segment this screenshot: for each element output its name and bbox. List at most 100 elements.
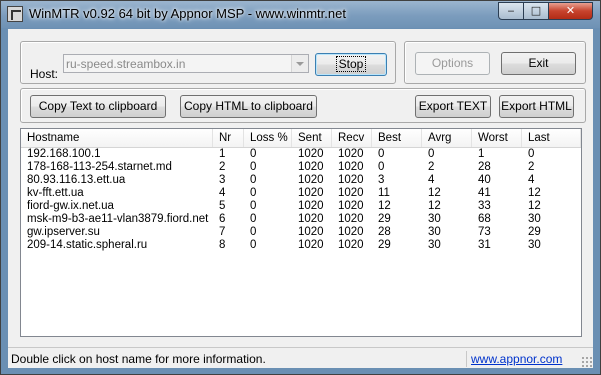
table-cell: 29 — [378, 213, 391, 225]
table-cell: 28 — [478, 161, 491, 173]
appnor-link[interactable]: www.appnor.com — [471, 351, 562, 367]
table-cell: 0 — [250, 213, 257, 225]
table-cell: 1020 — [298, 161, 324, 173]
column-header[interactable]: Worst — [472, 129, 522, 147]
table-cell: 29 — [528, 226, 541, 238]
table-cell: 0 — [528, 148, 535, 160]
minimize-button[interactable]: ‒ — [498, 2, 524, 20]
table-cell: 11 — [378, 187, 390, 199]
table-cell: 30 — [428, 239, 441, 251]
table-cell: 40 — [478, 174, 491, 186]
table-cell: 0 — [250, 148, 257, 160]
table-row[interactable]: kv-fft.ett.ua 4 0 1020 1020 11 12 41 12 — [21, 187, 581, 200]
exit-button[interactable]: Exit — [501, 52, 576, 75]
chevron-down-icon[interactable] — [291, 55, 308, 72]
table-cell: 1020 — [338, 161, 364, 173]
host-combobox[interactable]: ru-speed.streambox.in — [63, 54, 309, 73]
table-cell: 41 — [478, 187, 491, 199]
table-cell: 1020 — [298, 226, 324, 238]
table-cell: 0 — [378, 148, 385, 160]
table-cell: 12 — [378, 200, 391, 212]
table-cell: 0 — [250, 226, 257, 238]
table-cell: 0 — [378, 161, 385, 173]
table-cell: 28 — [378, 226, 391, 238]
table-cell: 2 — [428, 161, 435, 173]
app-icon[interactable] — [7, 6, 23, 22]
column-header[interactable]: Sent — [292, 129, 332, 147]
table-cell: 0 — [250, 161, 257, 173]
table-cell: 30 — [428, 213, 441, 225]
table-cell: 30 — [528, 239, 541, 251]
table-cell: 3 — [378, 174, 385, 186]
table-cell: 2 — [219, 161, 226, 173]
table-cell: 0 — [250, 187, 257, 199]
hostname-cell: fiord-gw.ix.net.ua — [27, 200, 114, 212]
table-cell: 1 — [219, 148, 226, 160]
table-row[interactable]: msk-m9-b3-ae11-vlan3879.fiord.net 6 0 1020 1… — [21, 213, 581, 226]
stop-button[interactable]: Stop — [315, 53, 387, 76]
table-cell: 12 — [428, 200, 441, 212]
hostname-cell: kv-fft.ett.ua — [27, 187, 84, 199]
resize-grip-icon[interactable] — [581, 356, 593, 368]
table-cell: 30 — [528, 213, 541, 225]
export-text-button[interactable]: Export TEXT — [415, 95, 491, 118]
table-cell: 1020 — [338, 239, 364, 251]
table-cell: 8 — [219, 239, 226, 251]
table-cell: 4 — [219, 187, 226, 199]
table-cell: 1020 — [298, 148, 324, 160]
hostname-cell: 178-168-113-254.starnet.md — [27, 161, 172, 173]
table-cell: 1020 — [298, 213, 324, 225]
table-cell: 0 — [250, 239, 257, 251]
options-group: Options Exit — [404, 41, 586, 84]
status-message: Double click on host name for more infor… — [11, 351, 467, 367]
table-cell: 1020 — [338, 174, 364, 186]
table-cell: 30 — [428, 226, 441, 238]
table-cell: 2 — [528, 161, 535, 173]
column-header[interactable]: Best — [372, 129, 422, 147]
table-cell: 1020 — [338, 226, 364, 238]
table-cell: 29 — [378, 239, 391, 251]
table-cell: 0 — [250, 174, 257, 186]
table-cell: 73 — [478, 226, 491, 238]
column-header[interactable]: Avrg — [422, 129, 472, 147]
maximize-button[interactable]: □ — [523, 2, 549, 20]
hostname-cell: 80.93.116.13.ett.ua — [27, 174, 126, 186]
table-cell: 1020 — [338, 200, 364, 212]
title-bar[interactable]: WinMTR v0.92 64 bit by Appnor MSP - www.… — [1, 1, 600, 28]
table-cell: 6 — [219, 213, 226, 225]
table-row[interactable]: 80.93.116.13.ett.ua 3 0 1020 1020 3 4 40 4 — [21, 174, 581, 187]
table-cell: 12 — [428, 187, 441, 199]
hostname-cell: 209-14.static.spheral.ru — [27, 239, 148, 251]
table-cell: 33 — [478, 200, 491, 212]
column-header[interactable]: Nr — [213, 129, 244, 147]
table-cell: 31 — [478, 239, 491, 251]
column-header[interactable]: Recv — [332, 129, 372, 147]
options-button[interactable]: Options — [415, 52, 490, 75]
table-cell: 1020 — [298, 239, 324, 251]
column-header[interactable]: Loss % — [244, 129, 292, 147]
column-header[interactable]: Last — [522, 129, 581, 147]
client-area: Host: ru-speed.streambox.in Stop Options… — [8, 29, 593, 368]
table-row[interactable]: gw.ipserver.su 7 0 1020 1020 28 30 73 29 — [21, 226, 581, 239]
table-cell: 4 — [428, 174, 435, 186]
table-row[interactable]: 209-14.static.spheral.ru 8 0 1020 1020 29 30 31… — [21, 239, 581, 252]
table-row[interactable]: 192.168.100.1 1 0 1020 1020 0 0 1 0 — [21, 148, 581, 161]
winmtr-window: WinMTR v0.92 64 bit by Appnor MSP - www.… — [0, 0, 601, 375]
table-row[interactable]: fiord-gw.ix.net.ua 5 0 1020 1020 12 12 33 12 — [21, 200, 581, 213]
hostname-cell: 192.168.100.1 — [27, 148, 101, 160]
trace-table[interactable]: Hostname Nr Loss % Sent Recv Best Avrg Worst Las… — [20, 128, 582, 337]
copy-text-button[interactable]: Copy Text to clipboard — [30, 95, 166, 118]
table-cell: 5 — [219, 200, 226, 212]
export-html-button[interactable]: Export HTML — [499, 95, 574, 118]
export-group: Copy Text to clipboard Copy HTML to clip… — [20, 88, 586, 123]
column-header[interactable]: Hostname — [21, 129, 213, 147]
host-group: Host: ru-speed.streambox.in Stop — [20, 41, 396, 84]
table-cell: 12 — [528, 200, 541, 212]
table-cell: 1020 — [338, 213, 364, 225]
table-row[interactable]: 178-168-113-254.starnet.md 2 0 1020 1020 0 2 28… — [21, 161, 581, 174]
table-cell: 4 — [528, 174, 535, 186]
window-title: WinMTR v0.92 64 bit by Appnor MSP - www.… — [29, 6, 346, 21]
copy-html-button[interactable]: Copy HTML to clipboard — [180, 95, 317, 118]
close-button[interactable]: ✕ — [548, 2, 593, 20]
table-cell: 1020 — [338, 148, 364, 160]
